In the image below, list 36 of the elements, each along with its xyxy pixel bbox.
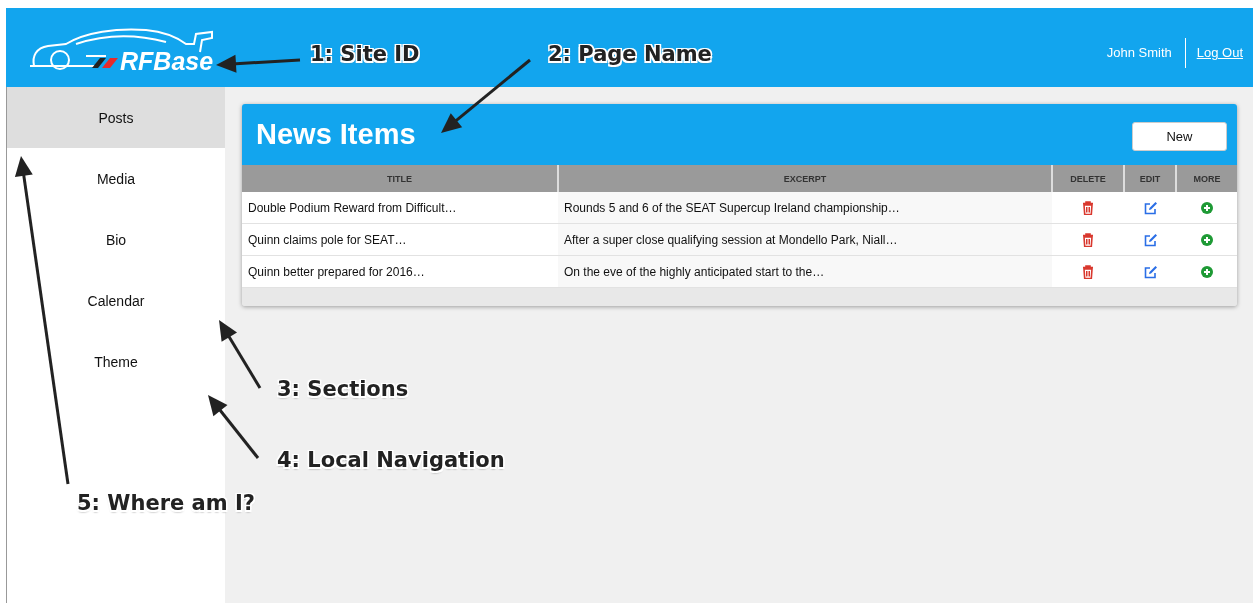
- page-title: News Items: [256, 118, 416, 151]
- edit-icon[interactable]: [1143, 201, 1157, 215]
- column-header: DELETE: [1052, 165, 1124, 192]
- sidebar-item[interactable]: Posts: [7, 87, 225, 148]
- column-header: TITLE: [242, 165, 558, 192]
- annotation-arrow: [208, 395, 260, 459]
- sidebar-item[interactable]: Calendar: [7, 270, 225, 331]
- trash-icon[interactable]: [1082, 264, 1094, 279]
- table-cell: After a super close qualifying session at Mondello Park, Niall…: [558, 223, 1052, 256]
- trash-icon[interactable]: [1082, 200, 1094, 215]
- sidebar-item[interactable]: Theme: [7, 331, 225, 392]
- column-header: MORE: [1176, 165, 1237, 192]
- table-cell: Quinn claims pole for SEAT…: [242, 223, 558, 256]
- table-cell: Rounds 5 and 6 of the SEAT Supercup Ireland championship…: [558, 192, 1052, 224]
- annotation-label: 2: Page Name: [548, 42, 712, 66]
- edit-icon[interactable]: [1143, 265, 1157, 279]
- logo-text: RFBase: [120, 46, 214, 75]
- annotation-label: 3: Sections: [277, 377, 409, 401]
- annotation-label: 5: Where am I?: [77, 491, 255, 515]
- user-name: John Smith: [1106, 38, 1186, 68]
- column-header: EXCERPT: [558, 165, 1052, 192]
- column-header: EDIT: [1124, 165, 1176, 192]
- trash-icon[interactable]: [1082, 232, 1094, 247]
- table-cell: Quinn better prepared for 2016…: [242, 255, 558, 288]
- new-button[interactable]: New: [1132, 122, 1227, 151]
- annotation-label: 4: Local Navigation: [277, 448, 505, 472]
- table-cell: On the eve of the highly anticipated start to the…: [558, 255, 1052, 288]
- sidebar-item[interactable]: Bio: [7, 209, 225, 270]
- sidebar-item[interactable]: Media: [7, 148, 225, 209]
- plus-circle-icon[interactable]: [1200, 266, 1213, 279]
- annotation-label: 1: Site ID: [310, 42, 420, 66]
- table-cell: Double Podium Reward from Difficult…: [242, 192, 558, 224]
- annotation-arrow: [219, 320, 262, 389]
- plus-circle-icon[interactable]: [1200, 202, 1213, 215]
- plus-circle-icon[interactable]: [1200, 234, 1213, 247]
- edit-icon[interactable]: [1143, 233, 1157, 247]
